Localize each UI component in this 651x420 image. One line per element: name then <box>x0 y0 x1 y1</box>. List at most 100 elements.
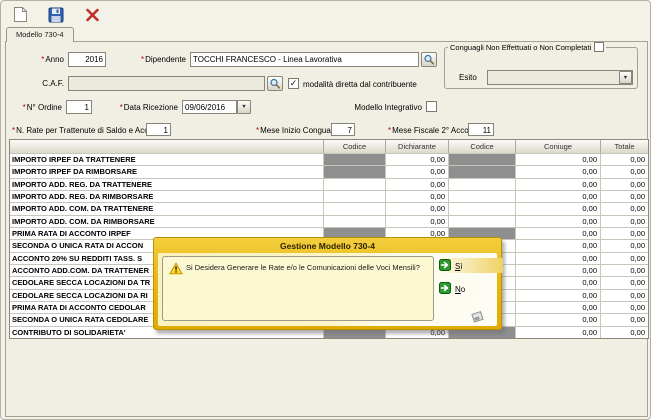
table-row: IMPORTO ADD. COM. DA RIMBORSARE 0,00 0,0… <box>10 215 648 227</box>
codice-dichiarante-cell[interactable] <box>324 216 386 227</box>
new-document-button[interactable] <box>10 5 30 24</box>
new-document-icon <box>10 6 30 23</box>
totale-cell[interactable]: 0,00 <box>601 240 648 251</box>
tab-modello-730-4[interactable]: Modello 730-4 <box>6 27 74 42</box>
arrow-right-icon <box>439 259 451 274</box>
table-row: IMPORTO ADD. REG. DA TRATTENERE 0,00 0,0… <box>10 178 648 190</box>
totale-cell[interactable]: 0,00 <box>601 154 648 165</box>
caf-input[interactable] <box>68 76 265 91</box>
coniuge-cell[interactable]: 0,00 <box>516 265 601 276</box>
dipendente-search-button[interactable] <box>421 52 437 67</box>
totale-cell[interactable]: 0,00 <box>601 191 648 202</box>
coniuge-cell[interactable]: 0,00 <box>516 314 601 325</box>
coniuge-cell[interactable]: 0,00 <box>516 179 601 190</box>
dialog-body: Si Desidera Generare le Rate e/o le Comu… <box>158 253 497 326</box>
coniuge-cell[interactable]: 0,00 <box>516 290 601 301</box>
coniuge-cell[interactable]: 0,00 <box>516 216 601 227</box>
totale-cell[interactable]: 0,00 <box>601 253 648 264</box>
mese-fiscale-input[interactable]: 11 <box>468 123 494 136</box>
mese-inizio-input[interactable]: 7 <box>331 123 355 136</box>
n-rate-input[interactable]: 1 <box>146 123 171 136</box>
n-rate-label: *N. Rate per Trattenute di Saldo e Accon… <box>12 126 164 135</box>
codice-coniuge-cell[interactable] <box>449 179 516 190</box>
caf-label: C.A.F. <box>14 79 64 88</box>
search-icon <box>423 53 435 68</box>
esito-dropdown-button[interactable]: ▼ <box>619 71 632 84</box>
conguagli-checkbox[interactable] <box>594 42 604 52</box>
totale-cell[interactable]: 0,00 <box>601 216 648 227</box>
coniuge-cell[interactable]: 0,00 <box>516 228 601 239</box>
header-codice-coniuge: Codice <box>449 140 516 153</box>
no-button[interactable]: No <box>439 282 465 296</box>
coniuge-cell[interactable]: 0,00 <box>516 191 601 202</box>
data-ricezione-dropdown-button[interactable]: ▼ <box>237 100 251 114</box>
save-button[interactable] <box>46 5 66 24</box>
codice-dichiarante-cell <box>324 166 386 177</box>
ordine-input[interactable]: 1 <box>66 100 92 114</box>
coniuge-cell[interactable]: 0,00 <box>516 154 601 165</box>
note-icon[interactable] <box>469 310 485 329</box>
row-label: IMPORTO ADD. COM. DA RIMBORSARE <box>10 216 324 227</box>
codice-coniuge-cell <box>449 166 516 177</box>
dichiarante-cell[interactable]: 0,00 <box>386 191 449 202</box>
dipendente-input[interactable]: TOCCHI FRANCESCO - Linea Lavorativa <box>190 52 419 67</box>
codice-coniuge-cell[interactable] <box>449 203 516 214</box>
totale-cell[interactable]: 0,00 <box>601 228 648 239</box>
table-row: IMPORTO ADD. REG. DA RIMBORSARE 0,00 0,0… <box>10 190 648 202</box>
data-ricezione-input[interactable]: 09/06/2016 <box>182 100 237 114</box>
dialog-title: Gestione Modello 730-4 <box>158 239 497 253</box>
esito-select[interactable] <box>487 70 633 85</box>
chevron-down-icon: ▼ <box>623 75 628 81</box>
dichiarante-cell[interactable]: 0,00 <box>386 216 449 227</box>
dialog-gestione-modello-730-4: Gestione Modello 730-4 Si Desidera Gener… <box>153 237 502 330</box>
totale-cell[interactable]: 0,00 <box>601 302 648 313</box>
codice-dichiarante-cell[interactable] <box>324 191 386 202</box>
grid-header: Codice Dichiarante Codice Coniuge Totale <box>10 140 648 153</box>
totale-cell[interactable]: 0,00 <box>601 179 648 190</box>
yes-button[interactable]: Sì <box>439 259 463 273</box>
codice-coniuge-cell[interactable] <box>449 191 516 202</box>
row-label: IMPORTO ADD. REG. DA TRATTENERE <box>10 179 324 190</box>
coniuge-cell[interactable]: 0,00 <box>516 166 601 177</box>
totale-cell[interactable]: 0,00 <box>601 277 648 288</box>
coniuge-cell[interactable]: 0,00 <box>516 253 601 264</box>
codice-coniuge-cell[interactable] <box>449 216 516 227</box>
coniuge-cell[interactable]: 0,00 <box>516 302 601 313</box>
caf-search-button[interactable] <box>267 76 283 91</box>
dichiarante-cell[interactable]: 0,00 <box>386 203 449 214</box>
esito-label: Esito <box>459 73 477 82</box>
coniuge-cell[interactable]: 0,00 <box>516 203 601 214</box>
chevron-down-icon: ▼ <box>241 104 246 110</box>
table-row: IMPORTO IRPEF DA TRATTENERE 0,00 0,00 0,… <box>10 153 648 165</box>
codice-dichiarante-cell <box>324 154 386 165</box>
app-window: Modello 730-4 *Anno 2016 *Dipendente TOC… <box>0 0 651 420</box>
totale-cell[interactable]: 0,00 <box>601 166 648 177</box>
dichiarante-cell[interactable]: 0,00 <box>386 166 449 177</box>
row-label: IMPORTO ADD. COM. DA TRATTENERE <box>10 203 324 214</box>
mese-fiscale-label: *Mese Fiscale 2° Acconto <box>388 126 480 135</box>
delete-button[interactable] <box>82 5 102 24</box>
codice-dichiarante-cell[interactable] <box>324 203 386 214</box>
totale-cell[interactable]: 0,00 <box>601 327 648 338</box>
totale-cell[interactable]: 0,00 <box>601 203 648 214</box>
conguagli-groupbox: Conguagli Non Effettuati o Non Completat… <box>444 47 638 89</box>
modalita-diretta-checkbox[interactable]: ✓ <box>288 78 299 89</box>
data-ricezione-label: *Data Ricezione <box>110 103 178 112</box>
header-descrizione <box>10 140 324 153</box>
anno-label: *Anno <box>14 55 64 64</box>
coniuge-cell[interactable]: 0,00 <box>516 240 601 251</box>
totale-cell[interactable]: 0,00 <box>601 314 648 325</box>
dichiarante-cell[interactable]: 0,00 <box>386 154 449 165</box>
modello-integrativo-checkbox[interactable] <box>426 101 437 112</box>
dipendente-label: *Dipendente <box>118 55 186 64</box>
anno-input[interactable]: 2016 <box>68 52 106 67</box>
dichiarante-cell[interactable]: 0,00 <box>386 179 449 190</box>
totale-cell[interactable]: 0,00 <box>601 290 648 301</box>
coniuge-cell[interactable]: 0,00 <box>516 277 601 288</box>
save-icon <box>46 7 66 23</box>
totale-cell[interactable]: 0,00 <box>601 265 648 276</box>
coniuge-cell[interactable]: 0,00 <box>516 327 601 338</box>
row-label: IMPORTO ADD. REG. DA RIMBORSARE <box>10 191 324 202</box>
codice-dichiarante-cell[interactable] <box>324 179 386 190</box>
ordine-label: *N° Ordine <box>10 103 62 112</box>
